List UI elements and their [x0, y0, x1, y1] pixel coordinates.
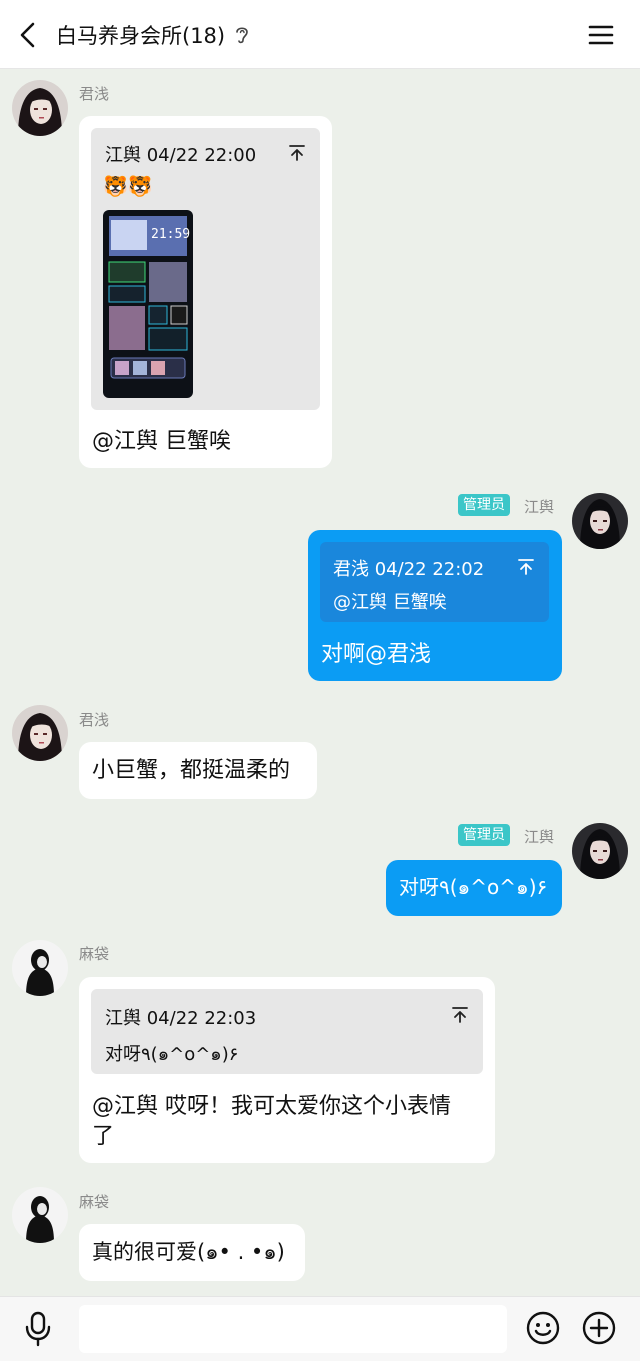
chevron-left-icon[interactable] [14, 20, 44, 50]
jump-to-top-icon[interactable] [451, 1006, 469, 1024]
message-bubble[interactable]: 江舆 04/22 22:03 对呀٩(๑^o^๑)۶ @江舆 哎呀！我可太爱你这… [79, 977, 495, 1163]
phone-screenshot-image[interactable]: 21:59 [103, 210, 193, 398]
sender-name: 江舆 [524, 828, 555, 846]
avatar[interactable] [12, 705, 68, 761]
quoted-message[interactable]: 江舆 04/22 22:03 对呀٩(๑^o^๑)۶ [91, 989, 483, 1074]
plus-circle-icon[interactable] [582, 1311, 616, 1345]
admin-badge: 管理员 [458, 824, 510, 846]
message-text: 小巨蟹，都挺温柔的 [92, 758, 291, 783]
message-bubble[interactable]: 君浅 04/22 22:02 @江舆 巨蟹唉 对啊@君浅 [308, 530, 562, 681]
message-text: 对啊@君浅 [321, 642, 432, 667]
quote-meta: 江舆 04/22 22:00 [105, 145, 257, 166]
avatar[interactable] [572, 823, 628, 879]
ear-icon [236, 27, 248, 44]
chat-title-area[interactable]: 白马养身会所(18) [56, 19, 251, 51]
svg-text:21:59: 21:59 [151, 227, 190, 242]
message-input-bar [0, 1296, 640, 1361]
sender-name: 江舆 [524, 498, 555, 516]
sender-name: 麻袋 [79, 945, 110, 963]
message-bubble[interactable]: 对呀٩(๑^o^๑)۶ [386, 860, 562, 916]
hamburger-menu-icon[interactable] [586, 20, 616, 50]
quote-text: 对呀٩(๑^o^๑)۶ [105, 1044, 239, 1065]
jump-to-top-icon[interactable] [517, 558, 535, 576]
message-input[interactable] [79, 1305, 507, 1353]
quote-meta: 君浅 04/22 22:02 [333, 559, 485, 580]
message-bubble[interactable]: 真的很可爱(๑• . •๑) [79, 1224, 305, 1281]
sender-name: 君浅 [79, 711, 110, 729]
chat-header: 白马养身会所(18) [0, 0, 640, 69]
message-text-line-1: @江舆 哎呀！我可太爱你这个小表情 [92, 1094, 451, 1119]
message-text: 真的很可爱(๑• . •๑) [92, 1240, 285, 1264]
message-bubble[interactable]: 江舆 04/22 22:00 🐯🐯 21:59 @江舆 巨蟹唉 [79, 116, 332, 468]
quoted-message[interactable]: 江舆 04/22 22:00 🐯🐯 21:59 [91, 128, 320, 410]
jump-to-top-icon[interactable] [288, 144, 306, 162]
quote-text: @江舆 巨蟹唉 [333, 592, 447, 613]
sender-name: 麻袋 [79, 1193, 110, 1211]
admin-badge: 管理员 [458, 494, 510, 516]
quote-emoji: 🐯🐯 [103, 174, 153, 198]
microphone-icon[interactable] [22, 1311, 54, 1347]
smiley-icon[interactable] [526, 1311, 560, 1345]
avatar[interactable] [572, 493, 628, 549]
quote-meta: 江舆 04/22 22:03 [105, 1008, 257, 1029]
avatar[interactable] [12, 940, 68, 996]
message-text: @江舆 巨蟹唉 [92, 429, 231, 454]
chat-title: 白马养身会所(18) [56, 24, 226, 48]
avatar[interactable] [12, 1187, 68, 1243]
message-text-line-2: 了 [92, 1124, 115, 1149]
sender-name: 君浅 [79, 85, 110, 103]
avatar[interactable] [12, 80, 68, 136]
message-bubble[interactable]: 小巨蟹，都挺温柔的 [79, 742, 317, 799]
message-text: 对呀٩(๑^o^๑)۶ [399, 875, 548, 899]
quoted-message[interactable]: 君浅 04/22 22:02 @江舆 巨蟹唉 [320, 542, 549, 622]
